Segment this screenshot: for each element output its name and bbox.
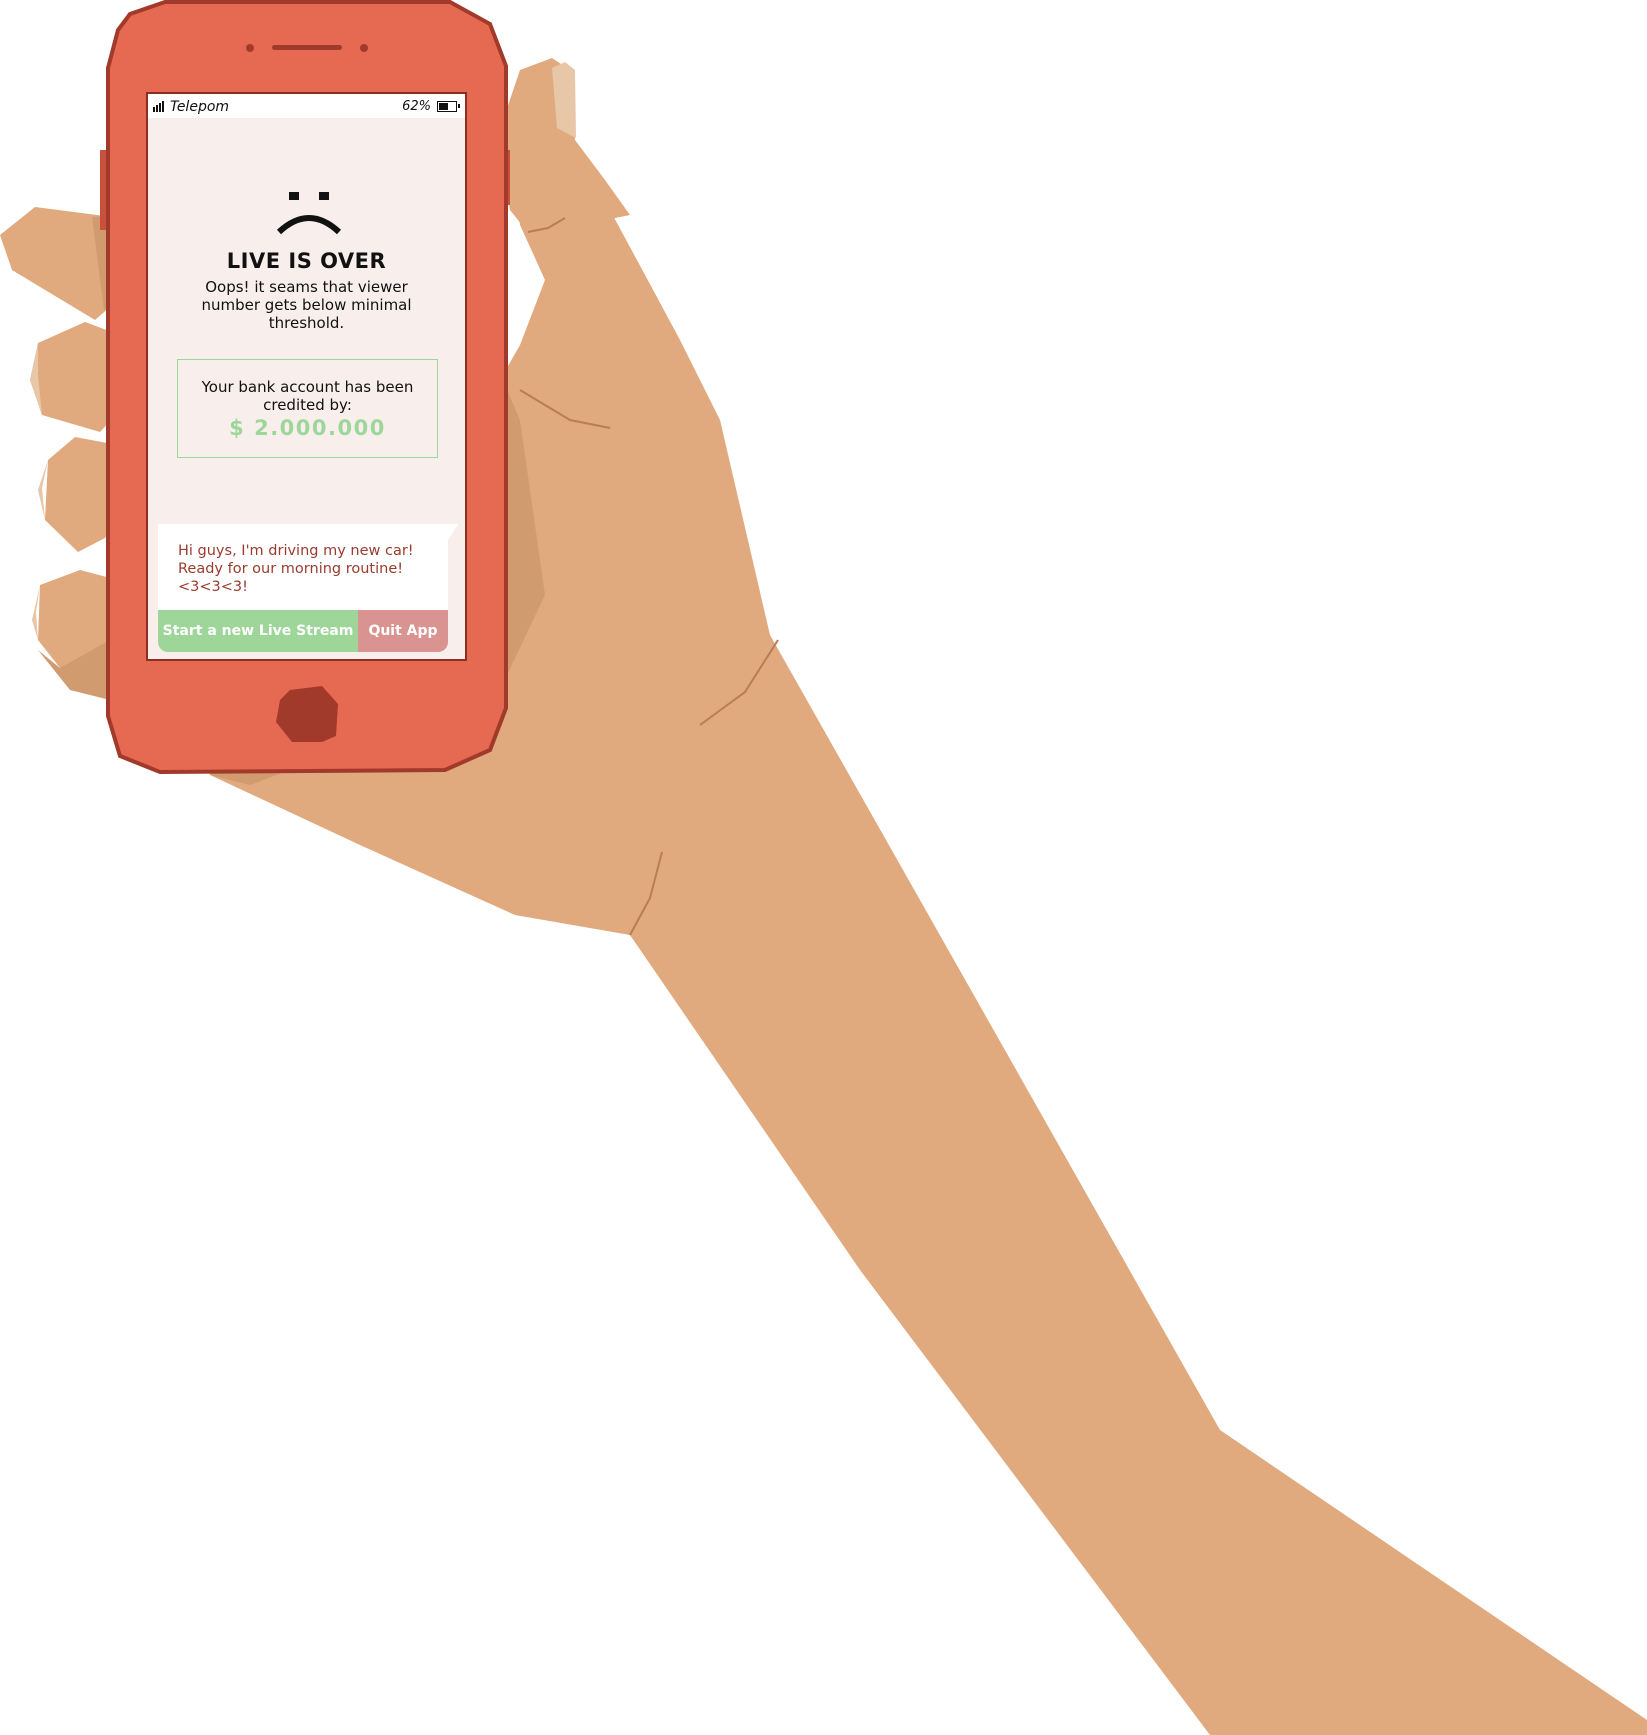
phone-speaker bbox=[272, 45, 342, 50]
chat-message: Hi guys, I'm driving my new car! Ready f… bbox=[178, 543, 414, 595]
phone-screen: Telepom 62% LIVE IS OVER Oops! it seams … bbox=[146, 92, 467, 661]
credit-box: Your bank account has been credited by: … bbox=[177, 359, 438, 458]
start-live-stream-button[interactable]: Start a new Live Stream bbox=[158, 610, 358, 652]
battery-icon bbox=[437, 101, 460, 112]
phone-sensor-right bbox=[360, 44, 368, 52]
status-bar: Telepom 62% bbox=[148, 94, 465, 118]
page-title: LIVE IS OVER bbox=[226, 249, 387, 273]
credit-label: Your bank account has been credited by: bbox=[201, 378, 414, 414]
sad-face-icon bbox=[276, 192, 342, 235]
chat-bubble-tail bbox=[448, 524, 458, 540]
battery-fill bbox=[439, 103, 448, 110]
status-message: Oops! it seams that viewer number gets b… bbox=[201, 278, 412, 332]
credit-amount: $ 2.000.000 bbox=[229, 416, 386, 440]
phone-sensor-left bbox=[246, 44, 254, 52]
quit-app-button[interactable]: Quit App bbox=[358, 610, 448, 652]
battery-percent: 62% bbox=[402, 99, 431, 114]
carrier-name: Telepom bbox=[170, 99, 230, 115]
signal-bars-icon bbox=[153, 100, 167, 112]
chat-bubble: Hi guys, I'm driving my new car! Ready f… bbox=[158, 524, 458, 610]
